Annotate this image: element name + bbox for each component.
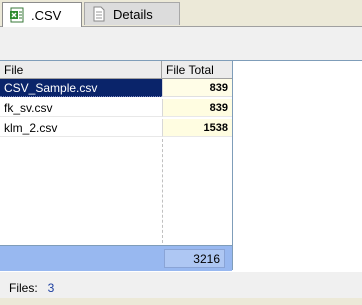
- file-name-cell[interactable]: fk_sv.csv: [0, 99, 162, 117]
- files-table: File File Total CSV_Sample.csv 839 fk_sv…: [0, 61, 233, 271]
- column-header-file[interactable]: File: [0, 61, 162, 79]
- column-header-file-total[interactable]: File Total: [162, 61, 232, 79]
- file-name-cell[interactable]: CSV_Sample.csv: [0, 79, 162, 97]
- tab-details[interactable]: Details: [84, 2, 180, 25]
- table-footer: 3216: [0, 245, 232, 271]
- document-icon: [91, 6, 107, 22]
- status-bar: Files: 3: [0, 272, 362, 298]
- tab-bar: .CSV Details: [0, 0, 362, 27]
- file-total-cell[interactable]: 839: [162, 79, 232, 97]
- file-total-cell[interactable]: 839: [162, 99, 232, 117]
- file-name-cell[interactable]: klm_2.csv: [0, 119, 162, 137]
- tab-details-label: Details: [113, 6, 153, 22]
- tab-csv-label: .CSV: [31, 7, 62, 23]
- files-count-label: Files:: [9, 281, 38, 295]
- files-count-value: 3: [47, 281, 55, 295]
- table-row[interactable]: klm_2.csv 1538: [0, 119, 232, 137]
- tab-csv[interactable]: .CSV: [2, 2, 82, 27]
- table-row[interactable]: fk_sv.csv 839: [0, 99, 232, 117]
- table-row[interactable]: CSV_Sample.csv 839: [0, 79, 232, 97]
- footer-total: 3216: [164, 249, 225, 268]
- excel-csv-icon: [9, 7, 25, 23]
- column-divider: [162, 139, 163, 243]
- grid-panel: File File Total CSV_Sample.csv 839 fk_sv…: [0, 60, 362, 273]
- file-total-cell[interactable]: 1538: [162, 119, 232, 137]
- toolbar-area: [0, 27, 362, 60]
